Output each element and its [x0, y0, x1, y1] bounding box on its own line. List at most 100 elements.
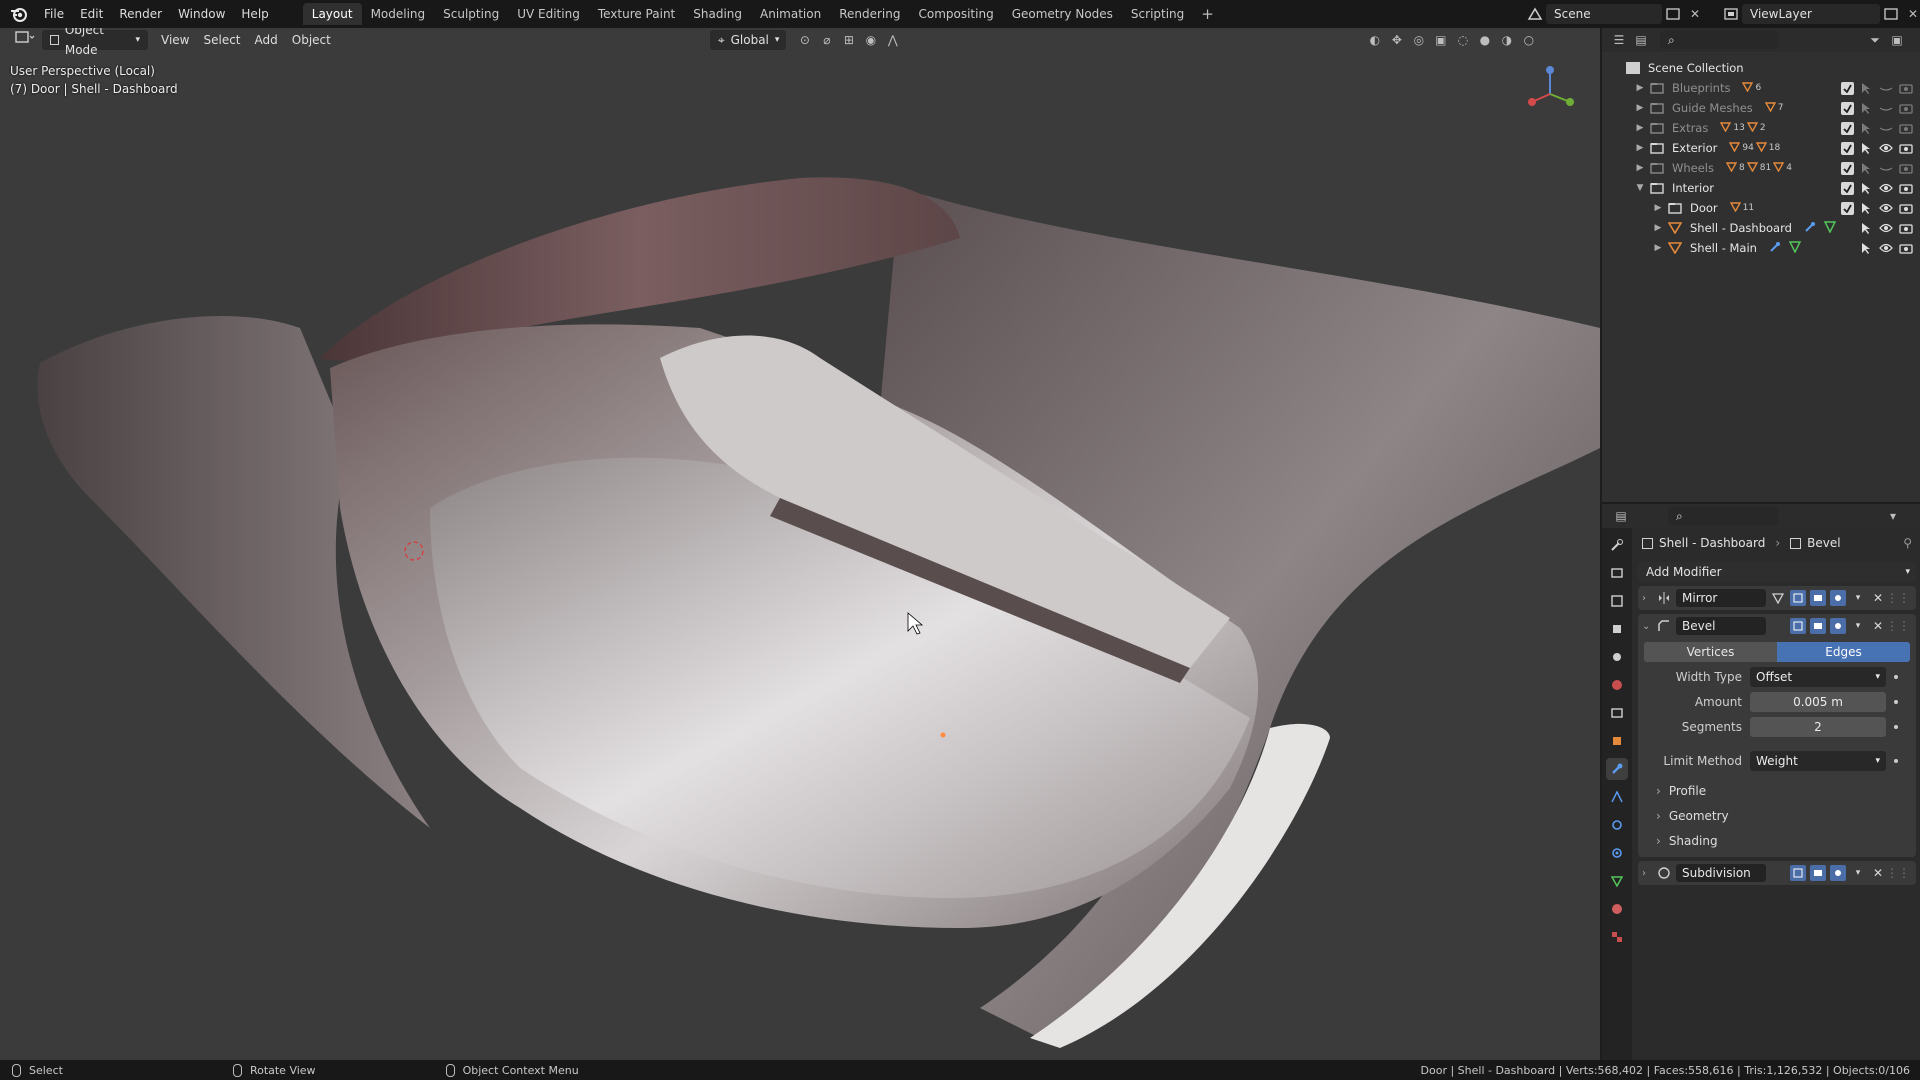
viewport-toggle-icon[interactable]: [1810, 618, 1826, 634]
add-workspace-button[interactable]: +: [1193, 5, 1222, 23]
properties-editor-icon[interactable]: ▤: [1610, 506, 1632, 526]
shading-material-icon[interactable]: ◑: [1496, 30, 1518, 50]
modifier-name-subdivision[interactable]: Subdivision: [1676, 864, 1766, 882]
keyframe-dot-icon[interactable]: [1894, 725, 1898, 729]
world-tab-icon[interactable]: [1606, 674, 1628, 696]
exclude-checkbox[interactable]: [1841, 141, 1854, 155]
outliner-row[interactable]: ▶ Shell - Dashboard: [1602, 218, 1920, 238]
drag-handle-icon[interactable]: ⋮⋮: [1886, 590, 1910, 606]
exclude-checkbox[interactable]: [1841, 181, 1854, 195]
tab-compositing[interactable]: Compositing: [909, 3, 1002, 25]
add-modifier-dropdown[interactable]: Add Modifier ▾: [1638, 562, 1916, 582]
expand-arrow-icon[interactable]: ▶: [1634, 103, 1646, 113]
keyframe-dot-icon[interactable]: [1894, 759, 1898, 763]
outliner-row[interactable]: ▶ Shell - Main: [1602, 238, 1920, 258]
display-mode-icon[interactable]: ▤: [1630, 30, 1652, 50]
eye-icon[interactable]: [1878, 221, 1894, 235]
snap-icon[interactable]: ⌀: [816, 30, 838, 50]
outliner-row[interactable]: ▶ Door 11: [1602, 198, 1920, 218]
outliner-row[interactable]: ▶ Extras 13 2: [1602, 118, 1920, 138]
menu-select[interactable]: Select: [196, 30, 247, 50]
shading-rendered-icon[interactable]: ○: [1518, 30, 1540, 50]
filter-icon[interactable]: ⏷: [1864, 30, 1886, 50]
tab-scripting[interactable]: Scripting: [1122, 3, 1193, 25]
delete-scene-icon[interactable]: ✕: [1684, 4, 1706, 24]
eye-icon[interactable]: [1878, 141, 1894, 155]
modifier-wrench-icon[interactable]: [1804, 221, 1816, 236]
proportional-edit-icon[interactable]: ◉: [860, 30, 882, 50]
eye-closed-icon[interactable]: [1878, 101, 1894, 115]
exclude-checkbox[interactable]: [1841, 121, 1854, 135]
render-toggle-icon[interactable]: [1830, 865, 1846, 881]
expand-arrow-icon[interactable]: ▶: [1652, 203, 1664, 213]
exclude-checkbox[interactable]: [1841, 201, 1854, 215]
outliner-row[interactable]: ▶ Wheels 8 81 4: [1602, 158, 1920, 178]
expand-arrow-icon[interactable]: ▶: [1634, 163, 1646, 173]
expand-chevron-icon[interactable]: ›: [1642, 593, 1652, 604]
drag-handle-icon[interactable]: ⋮⋮: [1886, 618, 1910, 634]
modifier-menu-icon[interactable]: ▾: [1850, 590, 1866, 606]
limit-method-dropdown[interactable]: Weight ▾: [1750, 751, 1886, 771]
tab-animation[interactable]: Animation: [751, 3, 830, 25]
outliner-row[interactable]: ▶ Exterior 94 18: [1602, 138, 1920, 158]
menu-edit[interactable]: Edit: [72, 3, 111, 25]
exclude-checkbox[interactable]: [1841, 81, 1854, 95]
collapse-arrow-icon[interactable]: ▼: [1634, 183, 1646, 193]
3d-viewport[interactable]: Object Mode ▾ View Select Add Object ⌖ G…: [0, 28, 1600, 1060]
scene-icon[interactable]: [1524, 4, 1546, 24]
pivot-icon[interactable]: ⊙: [794, 30, 816, 50]
render-camera-icon[interactable]: [1898, 81, 1914, 95]
menu-render[interactable]: Render: [111, 3, 170, 25]
expand-arrow-icon[interactable]: ▶: [1634, 143, 1646, 153]
render-camera-icon[interactable]: [1898, 101, 1914, 115]
eye-icon[interactable]: [1878, 241, 1894, 255]
tab-uv-editing[interactable]: UV Editing: [508, 3, 589, 25]
view-layer-tab-icon[interactable]: [1606, 618, 1628, 640]
expand-chevron-icon[interactable]: ›: [1642, 868, 1652, 879]
drag-handle-icon[interactable]: ⋮⋮: [1886, 865, 1910, 881]
menu-add[interactable]: Add: [248, 30, 285, 50]
modifier-name-bevel[interactable]: Bevel: [1676, 617, 1766, 635]
render-camera-icon[interactable]: [1898, 241, 1914, 255]
mesh-data-icon[interactable]: [1788, 240, 1802, 256]
keyframe-dot-icon[interactable]: [1894, 675, 1898, 679]
subpanel-shading[interactable]: › Shading: [1638, 828, 1916, 853]
physics-tab-icon[interactable]: [1606, 814, 1628, 836]
exclude-checkbox[interactable]: [1841, 101, 1854, 115]
eye-closed-icon[interactable]: [1878, 121, 1894, 135]
collapse-chevron-icon[interactable]: ⌄: [1642, 621, 1652, 632]
selectable-arrow-icon[interactable]: [1858, 221, 1874, 235]
edit-mode-toggle-icon[interactable]: [1790, 865, 1806, 881]
outliner-search-input[interactable]: ⌕: [1660, 31, 1778, 49]
new-view-layer-icon[interactable]: [1880, 4, 1902, 24]
selectable-arrow-icon[interactable]: [1858, 161, 1874, 175]
pin-icon[interactable]: ⚲: [1903, 536, 1912, 550]
selectable-arrow-icon[interactable]: [1858, 201, 1874, 215]
exclude-checkbox[interactable]: [1841, 161, 1854, 175]
constraints-tab-icon[interactable]: [1606, 842, 1628, 864]
remove-modifier-icon[interactable]: ✕: [1870, 590, 1886, 606]
edit-mode-toggle-icon[interactable]: [1790, 590, 1806, 606]
expand-arrow-icon[interactable]: ▶: [1652, 243, 1664, 253]
view-layer-field[interactable]: ViewLayer: [1742, 4, 1880, 24]
menu-window[interactable]: Window: [170, 3, 233, 25]
collection-tab-icon[interactable]: [1606, 702, 1628, 724]
viewport-toggle-icon[interactable]: [1810, 590, 1826, 606]
modifier-name-mirror[interactable]: Mirror: [1676, 589, 1766, 607]
tool-tab-icon[interactable]: [1606, 534, 1628, 556]
outliner-row[interactable]: ▶ Guide Meshes 7: [1602, 98, 1920, 118]
eye-closed-icon[interactable]: [1878, 81, 1894, 95]
remove-modifier-icon[interactable]: ✕: [1870, 865, 1886, 881]
subpanel-profile[interactable]: › Profile: [1638, 778, 1916, 803]
width-type-dropdown[interactable]: Offset ▾: [1750, 667, 1886, 687]
render-camera-icon[interactable]: [1898, 221, 1914, 235]
gizmo-toggle-icon[interactable]: ✥: [1386, 30, 1408, 50]
particles-tab-icon[interactable]: [1606, 786, 1628, 808]
on-cage-icon[interactable]: [1770, 590, 1786, 606]
modifier-menu-icon[interactable]: ▾: [1850, 618, 1866, 634]
render-camera-icon[interactable]: [1898, 161, 1914, 175]
render-toggle-icon[interactable]: [1830, 618, 1846, 634]
outliner-editor-icon[interactable]: ☰: [1608, 30, 1630, 50]
menu-help[interactable]: Help: [233, 3, 276, 25]
tab-geometry-nodes[interactable]: Geometry Nodes: [1003, 3, 1122, 25]
